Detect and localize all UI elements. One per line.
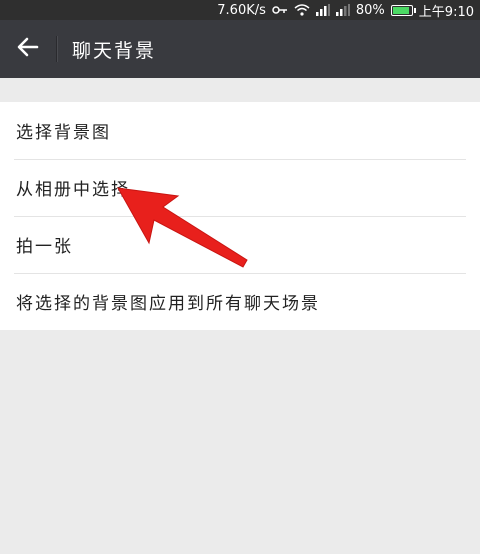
signal-icon bbox=[335, 4, 350, 16]
clock: 上午9:10 bbox=[418, 4, 474, 20]
menu-item-apply-to-all[interactable]: 将选择的背景图应用到所有聊天场景 bbox=[0, 273, 480, 330]
key-icon bbox=[272, 5, 288, 15]
menu-item-take-photo[interactable]: 拍一张 bbox=[0, 216, 480, 273]
signal-icon bbox=[315, 4, 330, 16]
page-title: 聊天背景 bbox=[72, 39, 157, 62]
menu-list: 选择背景图 从相册中选择 拍一张 将选择的背景图应用到所有聊天场景 bbox=[0, 102, 480, 330]
network-speed: 7.60K/s bbox=[217, 2, 266, 18]
back-button[interactable] bbox=[0, 20, 56, 78]
header-divider bbox=[56, 36, 58, 62]
status-bar: 7.60K/s 80% 上午9:10 bbox=[0, 0, 480, 20]
battery-percent: 80% bbox=[355, 2, 385, 18]
arrow-left-icon bbox=[17, 37, 39, 61]
battery-icon bbox=[390, 4, 416, 16]
menu-item-choose-from-album[interactable]: 从相册中选择 bbox=[0, 159, 480, 216]
wifi-icon bbox=[294, 4, 310, 16]
menu-item-select-background[interactable]: 选择背景图 bbox=[0, 102, 480, 159]
title-bar: 聊天背景 bbox=[0, 20, 480, 78]
